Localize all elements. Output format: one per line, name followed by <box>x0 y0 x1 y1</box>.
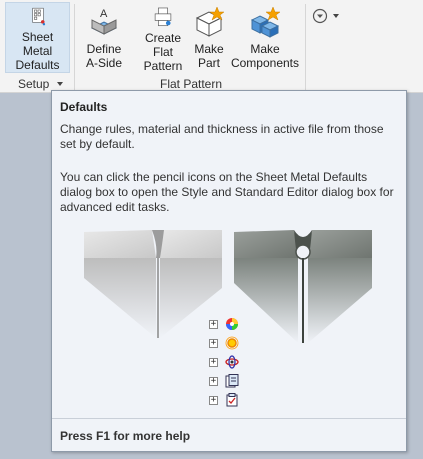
make-components-label-line1: Make <box>250 42 280 56</box>
make-components-button[interactable]: Make Components <box>229 2 301 73</box>
lighting-icon <box>225 336 239 350</box>
style-sheet-icon <box>225 374 239 388</box>
sheet-metal-defaults-label-line1: Sheet Metal <box>21 30 54 58</box>
group-separator <box>305 4 306 90</box>
svg-text:A: A <box>100 8 108 20</box>
more-options-button[interactable] <box>312 6 340 26</box>
flat-pattern-group-label: Flat Pattern <box>160 77 223 91</box>
setup-group-text: Setup <box>18 77 50 91</box>
expand-icon[interactable]: + <box>209 376 218 386</box>
tree-item: + <box>209 393 239 407</box>
define-a-side-label-line2: A-Side <box>85 56 123 70</box>
tooltip-divider <box>52 418 406 419</box>
dropdown-arrow-icon <box>56 82 63 86</box>
make-part-label-line2: Part <box>197 56 220 70</box>
define-a-side-icon: A <box>90 8 118 35</box>
tree-item: + <box>209 355 239 369</box>
create-flat-pattern-button[interactable]: Create Flat Pattern <box>133 2 193 73</box>
tree-item: + <box>209 336 239 350</box>
tree-item: + <box>209 374 239 388</box>
define-a-side-button[interactable]: A Define A-Side <box>79 2 129 73</box>
group-separator <box>74 4 75 90</box>
tooltip-help-hint: Press F1 for more help <box>60 429 191 443</box>
define-a-side-label-line1: Define <box>86 42 122 56</box>
tooltip-description: Change rules, material and thickness in … <box>60 122 384 151</box>
tooltip-title: Defaults <box>60 100 108 114</box>
ribbon: Sheet Metal Defaults A Define A-Side Cre… <box>0 0 423 93</box>
expand-icon[interactable]: + <box>209 395 218 405</box>
sheet-metal-defaults-label-line2: Defaults <box>15 58 60 72</box>
sheet-metal-defaults-icon <box>31 7 45 26</box>
rule-sheet-icon <box>226 393 238 407</box>
make-components-icon <box>250 6 281 38</box>
expand-icon[interactable]: + <box>209 357 218 367</box>
make-components-label-line2: Components <box>230 56 300 70</box>
sheet-metal-corner-illustration <box>84 230 372 343</box>
tree-item: + <box>209 317 239 331</box>
chevron-down-icon <box>333 14 339 18</box>
setup-group-label[interactable]: Setup <box>18 77 64 91</box>
expand-icon[interactable]: + <box>209 319 218 329</box>
create-flat-pattern-label-line1: Create <box>144 31 182 45</box>
tooltip-detail: You can click the pencil icons on the Sh… <box>60 170 394 214</box>
color-wheel-icon <box>226 318 238 330</box>
expand-icon[interactable]: + <box>209 338 218 348</box>
tooltip: Defaults Change rules, material and thic… <box>51 90 407 452</box>
make-part-button[interactable]: Make Part <box>189 2 229 73</box>
physical-icon <box>225 355 239 369</box>
sheet-metal-defaults-button[interactable]: Sheet Metal Defaults <box>5 2 70 73</box>
create-flat-pattern-label-line2: Flat Pattern <box>143 45 183 73</box>
make-part-label-line1: Make <box>194 42 224 56</box>
circle-dropdown-icon <box>312 8 328 24</box>
create-flat-pattern-icon <box>154 7 172 27</box>
make-part-icon <box>195 6 225 37</box>
